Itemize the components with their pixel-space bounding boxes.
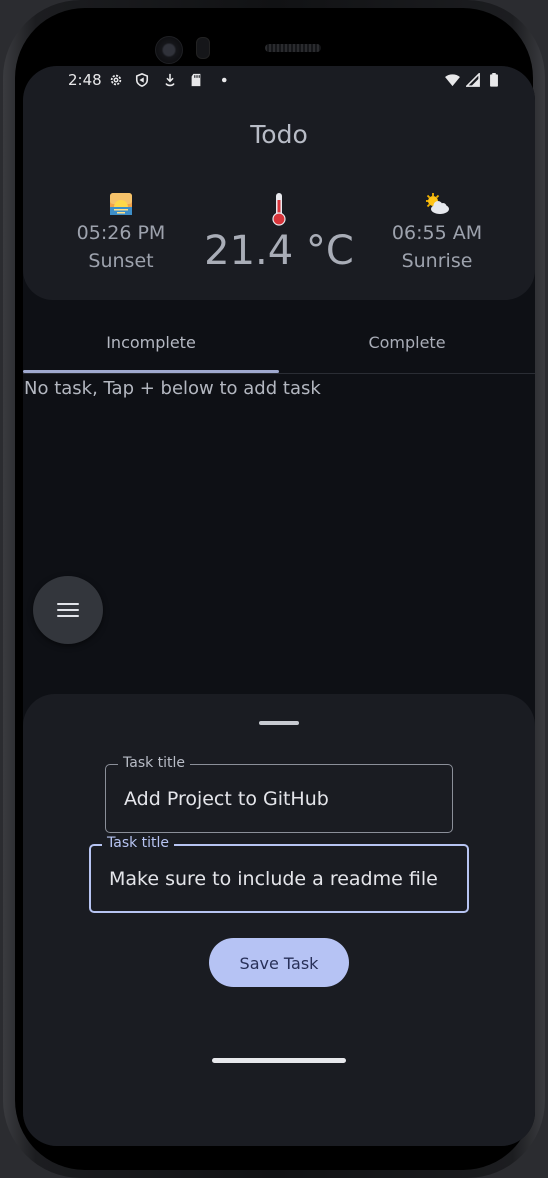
status-bar: 2:48 bbox=[23, 66, 535, 96]
status-time: 2:48 bbox=[68, 71, 102, 89]
add-task-sheet: Task title Task title Save Task bbox=[23, 694, 535, 1146]
menu-icon bbox=[57, 603, 79, 605]
tab-complete[interactable]: Complete bbox=[279, 328, 535, 373]
front-camera bbox=[155, 36, 183, 64]
menu-icon-line bbox=[57, 615, 79, 617]
empty-state-message: No task, Tap + below to add task bbox=[24, 378, 321, 399]
dot-icon bbox=[221, 77, 227, 83]
battery-icon bbox=[490, 73, 498, 87]
tab-indicator bbox=[23, 370, 279, 373]
tab-incomplete[interactable]: Incomplete bbox=[23, 328, 279, 373]
settings-icon bbox=[110, 74, 122, 86]
temperature-value: 21.4 °C bbox=[204, 228, 354, 274]
home-indicator[interactable] bbox=[212, 1058, 346, 1063]
sunrise-label: Sunrise bbox=[401, 250, 473, 272]
sun-behind-cloud-icon bbox=[377, 192, 497, 218]
drag-handle[interactable] bbox=[259, 721, 299, 725]
header-card: 2:48 Todo 05:26 PM Sunset 21.4 °C 06:55 … bbox=[23, 66, 535, 300]
task-title-input[interactable] bbox=[106, 765, 452, 832]
wifi-icon bbox=[445, 74, 460, 87]
download-icon bbox=[165, 73, 175, 87]
sunset-info: 05:26 PM Sunset bbox=[61, 192, 181, 272]
signal-icon bbox=[466, 73, 480, 87]
thermometer-icon bbox=[259, 192, 299, 226]
proximity-sensor bbox=[196, 37, 210, 59]
sunset-time: 05:26 PM bbox=[76, 222, 166, 244]
app-title: Todo bbox=[250, 120, 308, 149]
sd-card-icon bbox=[191, 73, 201, 87]
earpiece-speaker bbox=[265, 44, 321, 52]
sunset-label: Sunset bbox=[88, 250, 154, 272]
app-screen: 2:48 Todo 05:26 PM Sunset 21.4 °C 06:55 … bbox=[23, 66, 535, 1146]
menu-icon-line bbox=[57, 609, 79, 611]
task-title-field: Task title bbox=[105, 754, 453, 833]
tab-bar: Incomplete Complete bbox=[23, 328, 535, 374]
task-description-input[interactable] bbox=[91, 846, 467, 911]
sunset-icon bbox=[61, 192, 181, 218]
sunrise-info: 06:55 AM Sunrise bbox=[377, 192, 497, 272]
shield-icon bbox=[135, 73, 149, 87]
save-task-button[interactable]: Save Task bbox=[209, 938, 349, 987]
menu-fab-button[interactable] bbox=[33, 576, 103, 644]
thermometer-wrap bbox=[259, 192, 299, 226]
task-description-field: Task title bbox=[89, 834, 469, 913]
sunrise-time: 06:55 AM bbox=[391, 222, 483, 244]
